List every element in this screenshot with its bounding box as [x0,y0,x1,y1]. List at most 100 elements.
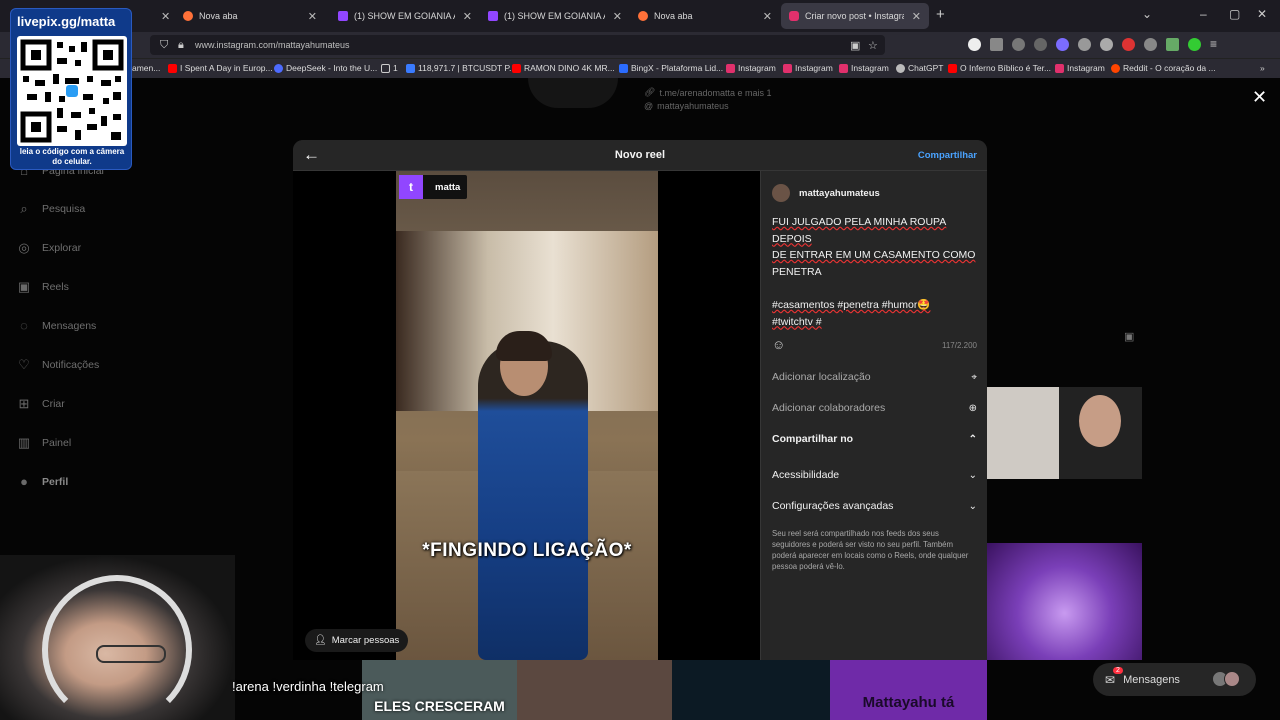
maximize-button[interactable]: ▢ [1229,7,1240,21]
close-tab-icon[interactable]: ✕ [161,10,170,23]
extension-icons: ≡ [968,38,1223,51]
bookmark[interactable]: amen... [132,63,160,73]
sidebar-item-search[interactable]: ⌕ Pesquisa [16,201,85,217]
add-collaborators-row[interactable]: Adicionar colaboradores ⊕ [772,402,977,414]
bookmark[interactable]: Reddit - O coração da ... [1111,63,1216,73]
reader-view-icon[interactable]: ▣ [850,39,860,52]
folder-icon [381,63,390,73]
profile-link[interactable]: t.me/arenadomatta e mais 1 [659,88,771,98]
shield-icon[interactable] [1012,38,1025,51]
google-icon[interactable] [968,38,981,51]
tag-people-button[interactable]: 👤︎ Marcar pessoas [305,629,409,652]
tab-list-chevron-icon[interactable]: ⌄ [1142,7,1152,21]
bookmark[interactable]: 118,971.7 | BTCUSDT P... [406,63,516,73]
sidebar-item-create[interactable]: ⊞ Criar [16,396,65,412]
url-text: www.instagram.com/mattayahumateus [195,40,350,50]
add-person-icon: ⊕ [968,402,977,414]
lock-icon[interactable]: 🔒︎ [178,39,184,52]
sidebar-item-explore[interactable]: ◎ Explorar [16,240,81,256]
youtube-icon [948,63,957,73]
add-location-row[interactable]: Adicionar localização ⌖ [772,371,977,383]
reel-video[interactable]: t matta *FINGINDO LIGAÇÃO* [396,171,658,660]
new-tab-button[interactable]: + [936,6,945,23]
extension-icon[interactable] [1144,38,1157,51]
tracking-shield-icon[interactable]: ⛉ [160,39,168,52]
sidebar-item-profile[interactable]: ● Perfil [16,474,68,489]
minimize-button[interactable]: – [1200,7,1207,21]
bookmark[interactable]: BingX - Plataforma Lid... [619,63,723,73]
extension-icon[interactable] [1122,38,1135,51]
username: mattayahumateus [799,187,880,199]
stream-panel: ELES CRESCERAM [362,660,517,720]
deepseek-icon [274,63,283,73]
messages-button[interactable]: ✉︎ Mensagens 2 [1093,663,1256,696]
sidebar-item-messages[interactable]: ◌ Mensagens [16,318,96,333]
twitch-watermark: t matta [399,175,467,199]
extension-icon[interactable] [990,38,1003,51]
share-button[interactable]: Compartilhar [918,150,977,161]
share-to-section[interactable]: Compartilhar no ⌃ [772,433,977,445]
tab-new-1[interactable]: Nova aba ✕ [175,3,325,29]
extension-icon[interactable] [1078,38,1091,51]
tab-twitch-2[interactable]: (1) SHOW EM GOIANIA AS 19:00 ✕ [480,3,630,29]
extension-icon[interactable] [1056,38,1069,51]
close-tab-icon[interactable]: ✕ [613,10,622,23]
bookmark[interactable]: ChatGPT [896,63,943,73]
close-tab-icon[interactable]: ✕ [763,10,772,23]
tab-new-2[interactable]: Nova aba ✕ [630,3,780,29]
twitch-icon [338,11,348,21]
close-tab-icon[interactable]: ✕ [912,10,921,23]
close-modal-icon[interactable]: ✕ [1252,87,1267,108]
menu-icon[interactable]: ≡ [1210,38,1223,51]
video-overlay-caption: *FINGINDO LIGAÇÃO* [422,540,632,561]
tab-instagram[interactable]: Criar novo post • Instagram ✕ [781,3,929,29]
bookmark[interactable]: Instagram [1055,63,1105,73]
person-icon: 👤︎ [314,635,327,646]
close-window-button[interactable]: ✕ [1257,7,1267,21]
plus-square-icon: ⊞ [18,396,30,411]
sidebar-item-dashboard[interactable]: ▥ Painel [16,435,71,451]
reel-thumbnail[interactable] [987,387,1142,479]
close-tab-icon[interactable]: ✕ [463,10,472,23]
reel-thumbnail[interactable] [987,543,1142,660]
modal-title: Novo reel [614,149,666,161]
stream-panel: Mattayahu tá [830,660,987,720]
tab-partial[interactable]: ✕ [145,3,175,29]
bookmark[interactable]: Instagram [839,63,889,73]
stream-commands: !arena !verdinha !telegram [232,679,384,694]
bookmark[interactable]: O Inferno Bíblico é Ter... [948,63,1051,73]
twitch-icon: t [399,175,423,199]
bookmark[interactable]: DeepSeek - Into the U... [274,63,377,73]
bookmark[interactable]: RAMON DINO 4K MR... [512,63,615,73]
search-icon: ⌕ [20,201,28,216]
location-pin-icon: ⌖ [971,371,977,383]
character-counter: 117/2.200 [942,341,977,350]
emoji-picker-icon[interactable]: ☺ [772,337,785,352]
bookmarks-overflow-icon[interactable]: » [1260,63,1265,73]
caption-input[interactable]: FUI JULGADO PELA MINHA ROUPA DEPOIS DE E… [772,214,980,330]
qr-code [17,36,127,146]
avatar [772,184,790,202]
close-tab-icon[interactable]: ✕ [308,10,317,23]
threads-handle[interactable]: mattayahumateus [657,101,729,111]
sidebar-item-notifications[interactable]: ♡ Notificações [16,357,99,373]
volume-icon[interactable] [1034,38,1047,51]
extension-icon[interactable] [1166,38,1179,51]
bookmark-folder[interactable]: 1 [381,63,398,73]
bookmark[interactable]: I Spent A Day in Europ... [168,63,273,73]
firefox-icon [183,11,193,21]
extension-icon[interactable] [1100,38,1113,51]
stream-panel [672,660,830,720]
tab-twitch-1[interactable]: (1) SHOW EM GOIANIA AS 19:00 ✕ [330,3,480,29]
reels-icon: ▣ [17,279,31,294]
extension-icon[interactable] [1188,38,1201,51]
modal-header: ← Novo reel Compartilhar [293,140,987,171]
heart-icon: ♡ [18,357,30,372]
accessibility-section[interactable]: Acessibilidade ⌄ [772,469,977,481]
address-bar[interactable]: ⛉ 🔒︎ www.instagram.com/mattayahumateus ▣… [150,35,885,55]
bookmark[interactable]: Instagram [726,63,776,73]
bookmark[interactable]: Instagram [783,63,833,73]
bookmark-star-icon[interactable]: ☆ [868,39,878,52]
sidebar-item-reels[interactable]: ▣ Reels [16,279,69,295]
advanced-settings-section[interactable]: Configurações avançadas ⌄ [772,500,977,512]
